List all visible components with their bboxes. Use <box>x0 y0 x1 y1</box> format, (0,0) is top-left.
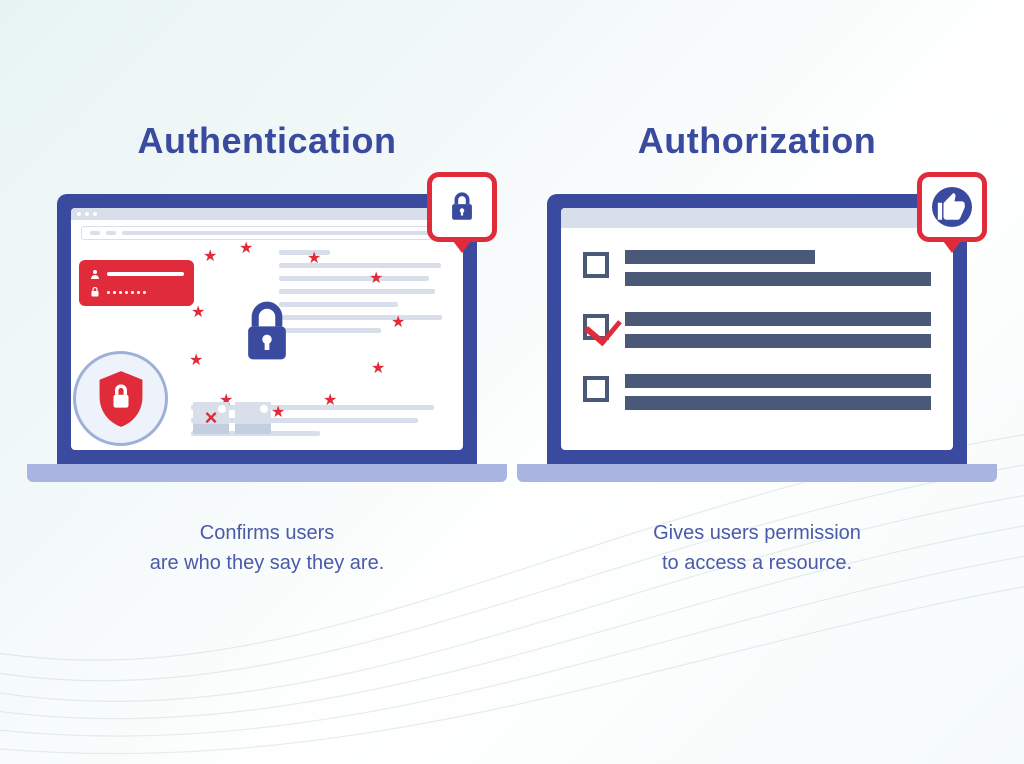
checkbox-unchecked-icon <box>583 376 609 402</box>
star-icon: ★ <box>189 350 203 370</box>
browser-window: ★ ★ ★ ★ ★ ★ ★ ★ ★ ★ ★ × <box>71 208 463 450</box>
username-field <box>89 268 184 280</box>
authorization-panel: Authorization <box>547 120 967 578</box>
star-icon: ★ <box>369 268 383 288</box>
caption-line: Gives users permission <box>653 522 861 544</box>
laptop-base <box>517 464 997 482</box>
star-icon: ★ <box>203 246 217 266</box>
app-window <box>561 208 953 450</box>
star-icon: ★ <box>371 358 385 378</box>
star-icon: ★ <box>307 248 321 268</box>
user-icon <box>89 268 101 280</box>
authentication-panel: Authentication <box>57 120 477 578</box>
authorization-callout <box>917 172 987 242</box>
login-form <box>79 260 194 306</box>
star-icon: ★ <box>191 302 205 322</box>
thumbs-up-badge <box>932 187 972 227</box>
password-field <box>89 286 184 298</box>
permission-item <box>583 374 931 410</box>
authentication-laptop: ★ ★ ★ ★ ★ ★ ★ ★ ★ ★ ★ × <box>57 194 477 482</box>
laptop-screen-frame: ★ ★ ★ ★ ★ ★ ★ ★ ★ ★ ★ × <box>57 194 477 464</box>
checkbox-unchecked-icon <box>583 252 609 278</box>
thumbs-up-icon <box>935 190 969 224</box>
image-thumbnail <box>235 402 271 434</box>
shield-lock-icon <box>94 369 148 429</box>
checkbox-checked-icon <box>583 314 609 340</box>
laptop-base <box>27 464 507 482</box>
item-text-placeholder <box>625 250 931 286</box>
star-icon: ★ <box>271 402 285 422</box>
authorization-laptop <box>547 194 967 482</box>
center-lock-graphic <box>238 300 296 371</box>
permission-list <box>561 228 953 410</box>
authentication-title: Authentication <box>57 120 477 162</box>
authentication-callout <box>427 172 497 242</box>
caption-line: are who they say they are. <box>150 552 385 574</box>
diagram-container: Authentication <box>0 0 1024 578</box>
caption-line: Confirms users <box>200 522 334 544</box>
star-icon: ★ <box>323 390 337 410</box>
authorization-title: Authorization <box>547 120 967 162</box>
star-icon: ★ <box>239 238 253 258</box>
authentication-caption: Confirms users are who they say they are… <box>57 518 477 578</box>
text-placeholder-block <box>279 250 449 333</box>
page-content: ★ ★ ★ ★ ★ ★ ★ ★ ★ ★ ★ × <box>71 240 463 448</box>
permission-item <box>583 312 931 348</box>
lock-icon <box>89 286 101 298</box>
permission-item <box>583 250 931 286</box>
laptop-screen-frame <box>547 194 967 464</box>
image-thumbnail: × <box>193 402 229 434</box>
lock-icon <box>445 190 479 224</box>
lock-icon <box>238 300 296 366</box>
item-text-placeholder <box>625 312 931 348</box>
item-text-placeholder <box>625 374 931 410</box>
shield-badge <box>73 351 168 446</box>
browser-tab-bar <box>71 208 463 220</box>
window-title-bar <box>561 208 953 228</box>
authorization-caption: Gives users permission to access a resou… <box>547 518 967 578</box>
browser-url-bar <box>81 226 453 240</box>
star-icon: ★ <box>391 312 405 332</box>
caption-line: to access a resource. <box>662 552 852 574</box>
